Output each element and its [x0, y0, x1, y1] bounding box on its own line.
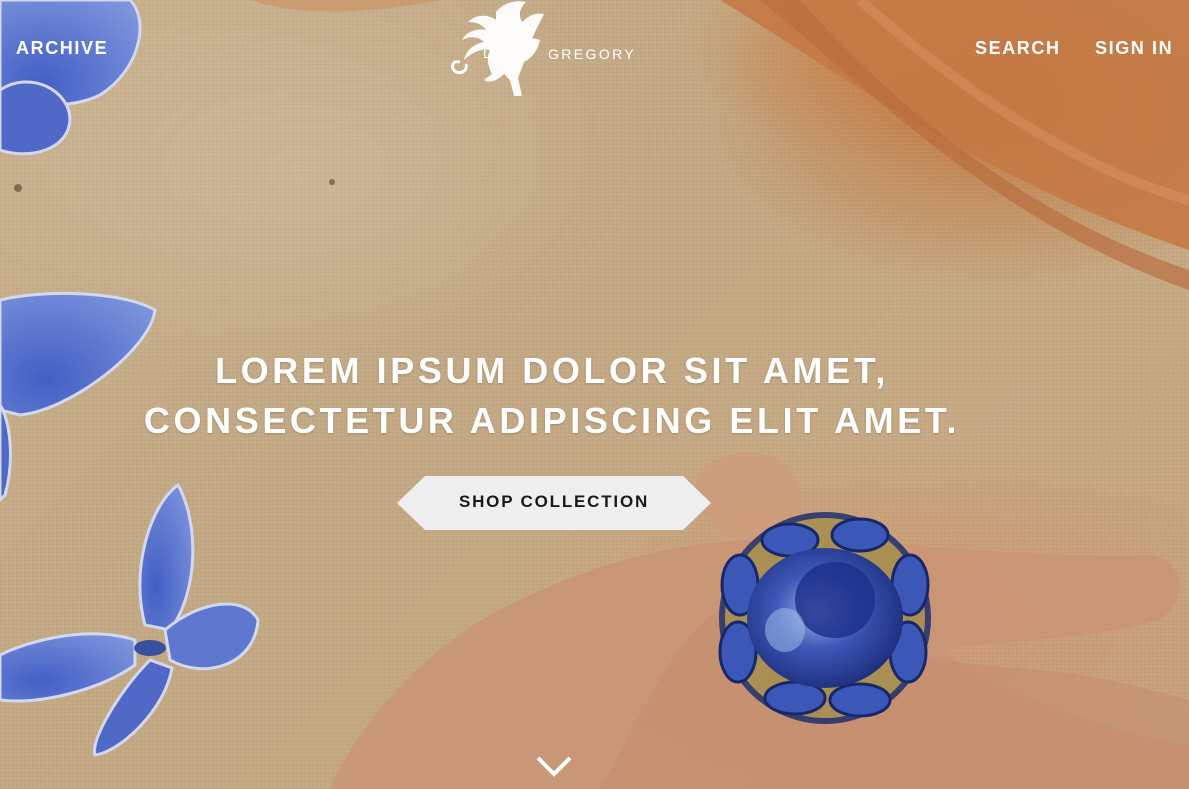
shop-collection-button[interactable]: SHOP COLLECTION — [397, 476, 711, 530]
hero-headline-line2: CONSECTETUR ADIPISCING ELIT AMET. — [143, 400, 961, 441]
logo-wordmark: GREGORY — [548, 46, 637, 62]
logo-initial: D — [483, 45, 494, 61]
hero-headline-line1: LOREM IPSUM DOLOR SIT AMET, — [215, 350, 889, 391]
shop-collection-label: SHOP COLLECTION — [458, 492, 650, 511]
hero-artwork — [0, 0, 1189, 789]
butterfly-bottom — [0, 482, 260, 757]
nav-search-link[interactable]: SEARCH — [975, 38, 1061, 59]
chevron-down-icon[interactable] — [535, 754, 573, 780]
gemstone-ring — [718, 512, 931, 724]
nav-archive-link[interactable]: ARCHIVE — [16, 38, 108, 59]
butterfly-top — [0, 0, 142, 156]
butterfly-middle — [0, 291, 157, 503]
nav-signin-link[interactable]: SIGN IN — [1095, 38, 1173, 59]
hero-banner: ARCHIVE SEARCH SIGN IN D GREGORY LOREM I… — [0, 0, 1189, 789]
